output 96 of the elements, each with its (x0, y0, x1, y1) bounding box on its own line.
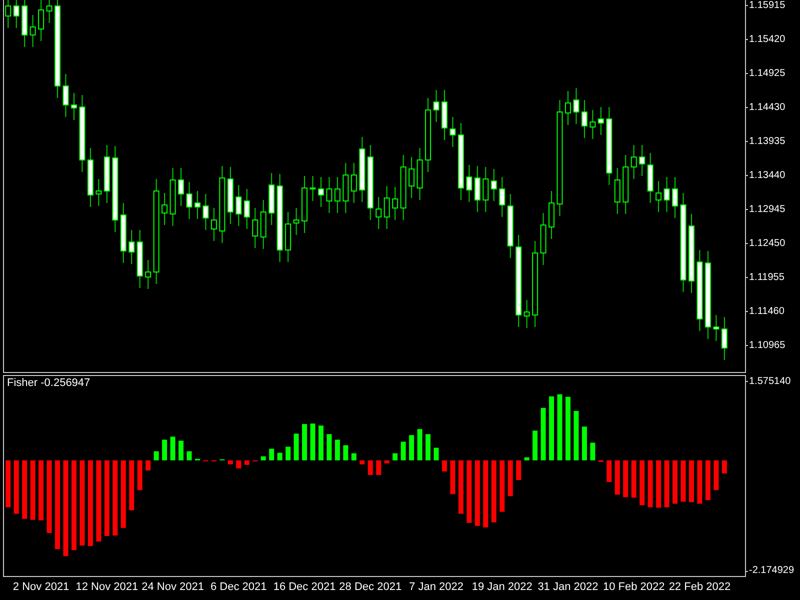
candle (318, 176, 324, 208)
date-axis-label: 2 Nov 2021 (12, 581, 70, 593)
candle (441, 89, 448, 140)
candle (326, 176, 332, 214)
price-axis-label: 1.11460 (749, 306, 784, 318)
candle (202, 193, 209, 230)
candle (564, 90, 571, 126)
candle (499, 176, 506, 218)
candle (573, 87, 580, 124)
candle (376, 196, 382, 230)
candle (408, 156, 415, 199)
candle (664, 176, 670, 212)
candle (145, 259, 152, 290)
date-axis-label: 31 Jan 2022 (538, 581, 598, 593)
candle (433, 89, 440, 122)
candle (630, 144, 637, 180)
price-axis-label: 1.12450 (749, 238, 786, 250)
candle (268, 172, 275, 226)
price-axis-label: 1.13935 (749, 136, 786, 148)
date-axis-label: 28 Dec 2021 (339, 581, 402, 593)
candle (548, 190, 555, 240)
date-axis-label: 7 Jan 2022 (409, 581, 464, 593)
candle (721, 316, 728, 360)
candle (350, 162, 357, 204)
candle (210, 207, 217, 242)
indicator-label: Fisher -0.256947 (7, 377, 90, 389)
candle (474, 166, 480, 212)
price-axis-label: 1.10965 (749, 340, 786, 352)
candle (581, 100, 588, 138)
candle (30, 14, 36, 48)
candle (70, 92, 77, 120)
candle (252, 207, 258, 249)
candle (392, 186, 398, 220)
candle (227, 166, 234, 224)
candle (13, 0, 20, 28)
price-axis-label: 1.12945 (749, 204, 786, 216)
candle (46, 0, 52, 24)
price-axis-label: 1.15915 (749, 0, 786, 12)
candle (713, 314, 720, 342)
candle (293, 207, 300, 236)
price-axis-label: 1.15420 (749, 34, 786, 46)
candle (524, 300, 530, 328)
candle (178, 168, 184, 206)
candle (87, 148, 94, 208)
price-axis-label: 1.11955 (749, 272, 784, 284)
candle (96, 178, 102, 206)
candle (507, 193, 514, 258)
candle (22, 0, 28, 48)
candle (450, 116, 456, 148)
candle (334, 176, 340, 214)
candle (285, 211, 292, 262)
candle (639, 144, 646, 176)
date-axis-label: 22 Feb 2022 (668, 581, 731, 593)
date-axis-label: 16 Dec 2021 (273, 581, 336, 593)
candle (170, 168, 176, 226)
candle (482, 166, 489, 212)
candle (194, 190, 200, 220)
candle (672, 176, 678, 218)
candle (590, 109, 596, 140)
price-axis-label: 1.14430 (749, 102, 786, 114)
candle (614, 168, 620, 214)
candle (416, 148, 423, 200)
candle (384, 186, 390, 230)
candle (359, 136, 366, 202)
price-axis-label: 1.13440 (749, 170, 786, 182)
candle (104, 144, 110, 204)
candle (260, 200, 266, 250)
candle (302, 175, 308, 234)
candle (598, 106, 604, 136)
indicator-axis-label: 1.575140 (749, 376, 791, 388)
candle (622, 154, 629, 214)
candle (400, 154, 406, 220)
candle (656, 180, 662, 212)
candle (136, 229, 143, 288)
candle (647, 152, 654, 204)
candle (466, 164, 472, 202)
date-axis-label: 12 Nov 2021 (76, 581, 138, 593)
candle (62, 73, 69, 118)
indicator-axis-label: -2.174929 (749, 565, 794, 578)
candle (5, 0, 12, 28)
candle (490, 168, 497, 202)
candle (342, 162, 349, 214)
date-axis-label: 6 Dec 2021 (210, 581, 267, 593)
price-axis-label: 1.14925 (749, 68, 786, 80)
candle (540, 212, 546, 266)
candle (38, 0, 44, 42)
candle (162, 192, 168, 226)
candle (310, 175, 316, 202)
date-axis-label: 10 Feb 2022 (602, 581, 665, 593)
date-axis-label: 24 Nov 2021 (142, 581, 204, 593)
candle (128, 229, 135, 264)
date-axis-label: 19 Jan 2022 (472, 581, 532, 593)
candle (236, 184, 242, 226)
candle (186, 182, 192, 220)
candle (244, 188, 250, 230)
candle (120, 202, 126, 264)
